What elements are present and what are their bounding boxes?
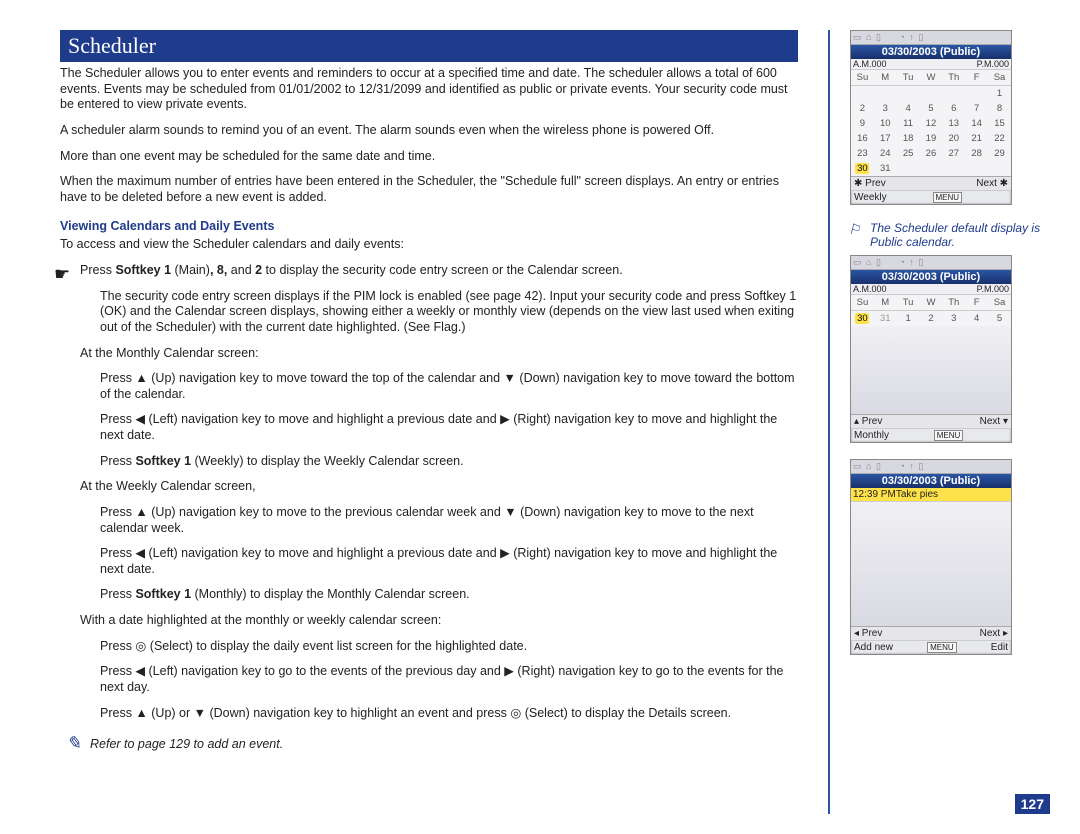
monthly-1: Press ▲ (Up) navigation key to move towa… — [100, 371, 798, 402]
flag-icon: ⚐ — [848, 221, 861, 238]
calendar-weekly-header: SuMTuWThFSa 303112345 — [851, 295, 1011, 326]
intro-para-3: More than one event may be scheduled for… — [60, 149, 798, 165]
phone-screenshot-monthly: ▭ ⌂ ▯ ◔ ↑ ▯ 03/30/2003 (Public) A.M.000P… — [850, 30, 1012, 205]
monthly-3: Press Softkey 1 (Weekly) to display the … — [100, 454, 798, 470]
daily-head: With a date highlighted at the monthly o… — [80, 613, 798, 629]
event-row: 12:39 PMTake pies — [851, 488, 1011, 502]
pointer-icon: ☛ — [54, 263, 70, 286]
subhead-intro: To access and view the Scheduler calenda… — [60, 237, 798, 253]
status-bar: ▭ ⌂ ▯ ◔ ↑ ▯ — [851, 31, 1011, 45]
phone-screenshot-weekly: ▭ ⌂ ▯ ◔ ↑ ▯ 03/30/2003 (Public) A.M.000P… — [850, 255, 1012, 443]
weekly-1: Press ▲ (Up) navigation key to move to t… — [100, 505, 798, 536]
page-number: 127 — [1015, 794, 1050, 814]
subhead-viewing: Viewing Calendars and Daily Events — [60, 219, 798, 233]
daily-2: Press ◀ (Left) navigation key to go to t… — [100, 664, 798, 695]
intro-para-1: The Scheduler allows you to enter events… — [60, 66, 798, 113]
monthly-head: At the Monthly Calendar screen: — [80, 346, 798, 362]
tip-icon: ✎ — [66, 733, 81, 754]
tip-note: ✎ Refer to page 129 to add an event. — [90, 737, 798, 751]
step-1-sub: The security code entry screen displays … — [100, 289, 798, 336]
daily-1: Press ◎ (Select) to display the daily ev… — [100, 639, 798, 655]
step-1: ☛ Press Softkey 1 (Main), 8, and 2 to di… — [80, 263, 798, 279]
weekly-head: At the Weekly Calendar screen, — [80, 479, 798, 495]
intro-para-4: When the maximum number of entries have … — [60, 174, 798, 205]
monthly-2: Press ◀ (Left) navigation key to move an… — [100, 412, 798, 443]
weekly-3: Press Softkey 1 (Monthly) to display the… — [100, 587, 798, 603]
daily-3: Press ▲ (Up) or ▼ (Down) navigation key … — [100, 706, 798, 722]
calendar-monthly: SuMTuWThFSa 1 2345678 9101112131415 1617… — [851, 70, 1011, 176]
weekly-2: Press ◀ (Left) navigation key to move an… — [100, 546, 798, 577]
section-title: Scheduler — [60, 30, 798, 62]
date-header: 03/30/2003 (Public) — [851, 45, 1011, 59]
flag-note: ⚐ The Scheduler default display is Publi… — [850, 221, 1050, 249]
intro-para-2: A scheduler alarm sounds to remind you o… — [60, 123, 798, 139]
phone-screenshot-events: ▭ ⌂ ▯ ◔ ↑ ▯ 03/30/2003 (Public) 12:39 PM… — [850, 459, 1012, 655]
